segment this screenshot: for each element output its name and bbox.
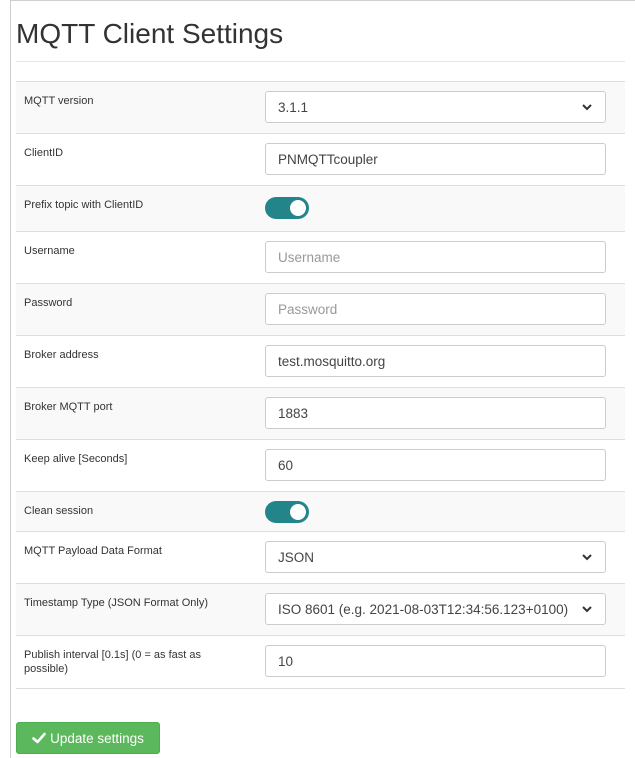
update-settings-button[interactable]: Update settings bbox=[16, 722, 160, 754]
row-password: Password Password bbox=[16, 284, 625, 336]
broker-port-label: Broker MQTT port bbox=[24, 401, 113, 413]
row-broker-port: Broker MQTT port 1883 bbox=[16, 388, 625, 440]
password-label: Password bbox=[24, 297, 73, 309]
publish-interval-label: Publish interval [0.1s] (0 = as fast as … bbox=[24, 649, 202, 675]
checkmark-icon bbox=[32, 732, 46, 744]
row-client-id: ClientID PNMQTTcoupler bbox=[16, 134, 625, 186]
clean-session-label: Clean session bbox=[24, 505, 94, 517]
broker-port-input[interactable]: 1883 bbox=[265, 397, 606, 429]
mqtt-version-select[interactable]: 3.1.1 bbox=[265, 91, 606, 123]
settings-table: MQTT version 3.1.1 ClientID PNMQTTcouple… bbox=[16, 81, 625, 689]
chevron-down-icon bbox=[582, 104, 592, 111]
row-prefix-topic: Prefix topic with ClientID bbox=[16, 186, 625, 232]
update-settings-label: Update settings bbox=[50, 730, 144, 746]
client-id-input[interactable]: PNMQTTcoupler bbox=[265, 143, 606, 175]
payload-format-value: JSON bbox=[278, 549, 315, 565]
client-id-label: ClientID bbox=[24, 147, 64, 159]
mqtt-version-value: 3.1.1 bbox=[278, 99, 309, 115]
toggle-knob bbox=[290, 504, 306, 520]
page-title: MQTT Client Settings bbox=[16, 18, 284, 49]
keep-alive-label: Keep alive [Seconds] bbox=[24, 453, 128, 465]
row-username: Username Username bbox=[16, 232, 625, 284]
clean-session-toggle[interactable] bbox=[265, 501, 309, 523]
prefix-topic-toggle[interactable] bbox=[265, 197, 309, 219]
chevron-down-icon bbox=[582, 606, 592, 613]
timestamp-type-value: ISO 8601 (e.g. 2021-08-03T12:34:56.123+0… bbox=[278, 601, 569, 617]
row-timestamp-type: Timestamp Type (JSON Format Only) ISO 86… bbox=[16, 584, 625, 636]
timestamp-type-select[interactable]: ISO 8601 (e.g. 2021-08-03T12:34:56.123+0… bbox=[265, 593, 606, 625]
title-divider bbox=[16, 61, 625, 62]
chevron-down-icon bbox=[582, 554, 592, 561]
prefix-topic-label: Prefix topic with ClientID bbox=[24, 199, 144, 211]
row-publish-interval: Publish interval [0.1s] (0 = as fast as … bbox=[16, 636, 625, 689]
broker-address-input[interactable]: test.mosquitto.org bbox=[265, 345, 606, 377]
row-mqtt-version: MQTT version 3.1.1 bbox=[16, 82, 625, 134]
payload-format-select[interactable]: JSON bbox=[265, 541, 606, 573]
row-clean-session: Clean session bbox=[16, 492, 625, 532]
row-broker-address: Broker address test.mosquitto.org bbox=[16, 336, 625, 388]
timestamp-type-label: Timestamp Type (JSON Format Only) bbox=[24, 597, 208, 609]
broker-address-label: Broker address bbox=[24, 349, 99, 361]
username-label: Username bbox=[24, 245, 75, 257]
keep-alive-input[interactable]: 60 bbox=[265, 449, 606, 481]
username-input[interactable]: Username bbox=[265, 241, 606, 273]
publish-interval-input[interactable]: 10 bbox=[265, 645, 606, 677]
toggle-knob bbox=[290, 200, 306, 216]
row-payload-format: MQTT Payload Data Format JSON bbox=[16, 532, 625, 584]
row-keep-alive: Keep alive [Seconds] 60 bbox=[16, 440, 625, 492]
mqtt-version-label: MQTT version bbox=[24, 95, 94, 107]
password-input[interactable]: Password bbox=[265, 293, 606, 325]
payload-format-label: MQTT Payload Data Format bbox=[24, 545, 162, 557]
